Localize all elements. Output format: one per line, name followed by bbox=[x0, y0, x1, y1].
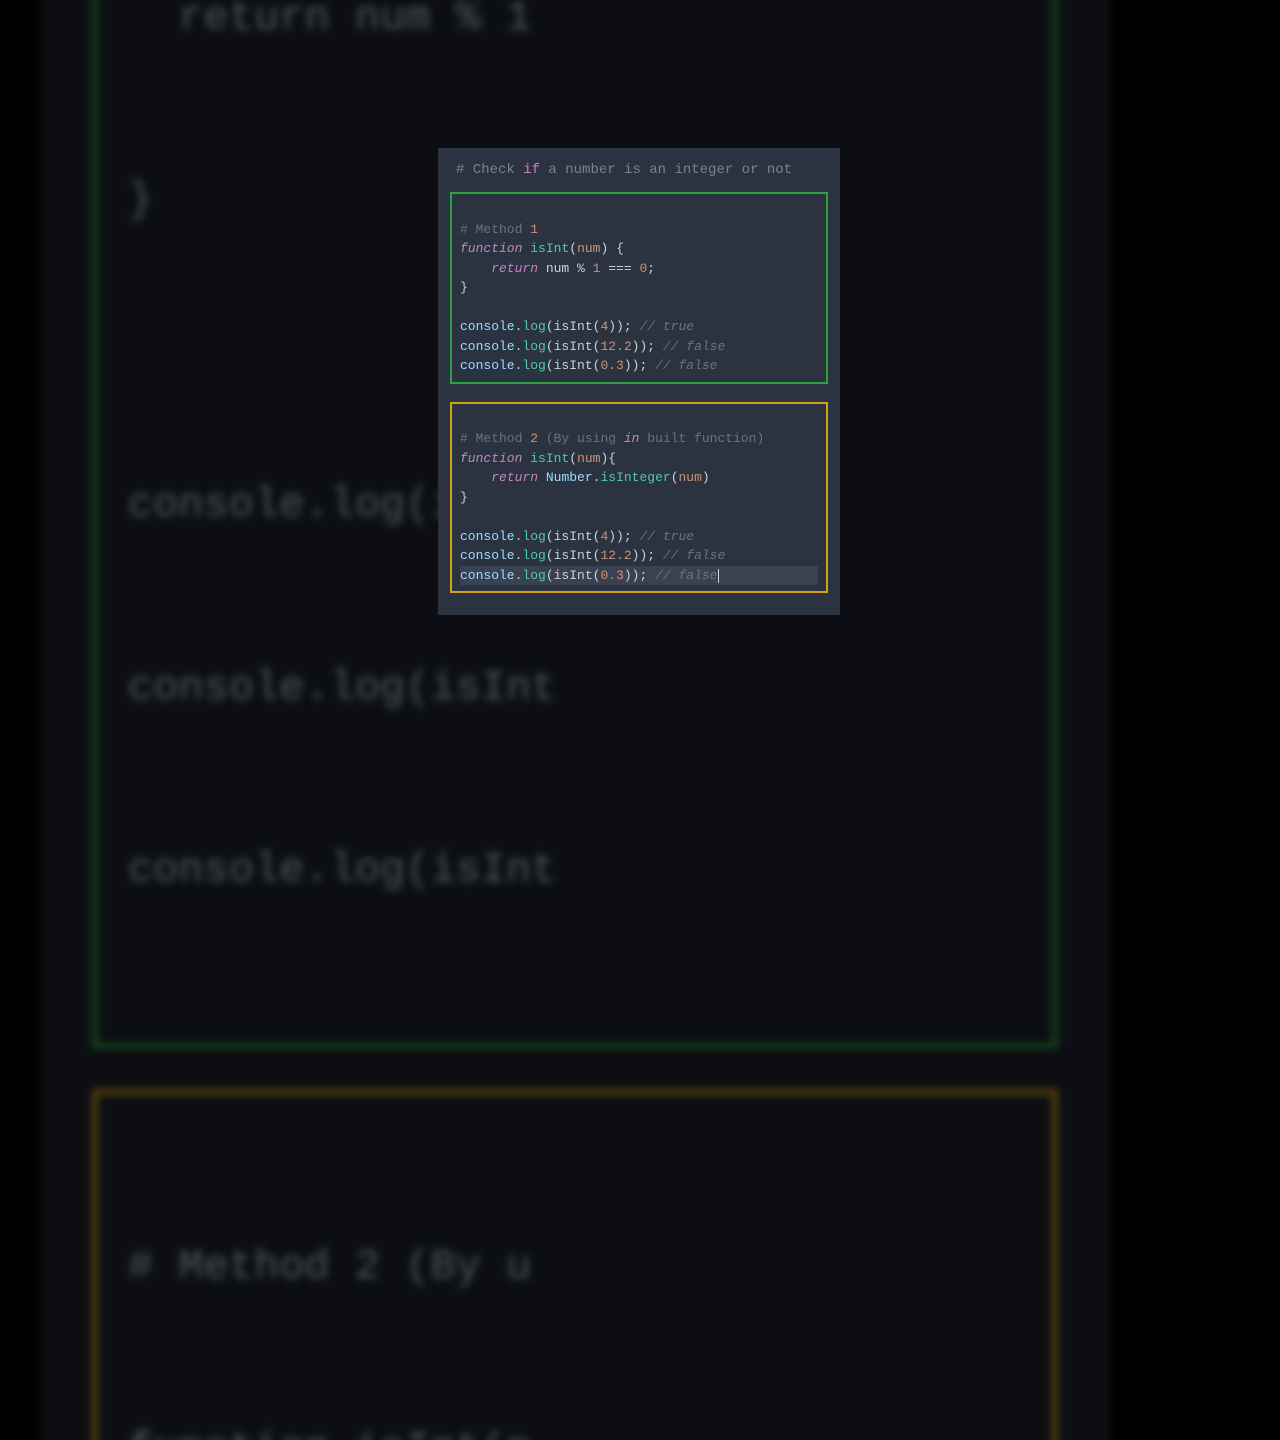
call-log: log bbox=[522, 529, 545, 544]
call-post: )); bbox=[608, 529, 639, 544]
m1-call-1: console.log(isInt(4)); // true bbox=[460, 319, 694, 334]
title-keyword: if bbox=[523, 162, 540, 178]
call-mid: (isInt( bbox=[546, 548, 601, 563]
m1-call-3: console.log(isInt(0.3)); // false bbox=[460, 358, 717, 373]
m1-fn-param: num bbox=[577, 241, 600, 256]
bg-line: function isInt(n bbox=[128, 1419, 1022, 1440]
m2-fn-brace: { bbox=[608, 451, 616, 466]
call-comment: // false bbox=[663, 548, 725, 563]
m2-header-prefix: # Method bbox=[460, 431, 530, 446]
call-post: )); bbox=[632, 548, 663, 563]
m2-header-suffix: (By using bbox=[538, 431, 624, 446]
call-post: )); bbox=[624, 568, 655, 583]
call-comment: // true bbox=[639, 319, 694, 334]
m1-ret-mid: === bbox=[600, 261, 639, 276]
m1-ret-kw: return bbox=[491, 261, 538, 276]
call-pre: console. bbox=[460, 548, 522, 563]
m2-call-2: console.log(isInt(12.2)); // false bbox=[460, 548, 725, 563]
m2-ret-meth: isInteger bbox=[600, 470, 670, 485]
call-post: )); bbox=[632, 339, 663, 354]
m1-fn-name: isInt bbox=[530, 241, 569, 256]
m2-close: } bbox=[460, 490, 468, 505]
text-cursor bbox=[718, 569, 719, 583]
call-post: )); bbox=[608, 319, 639, 334]
call-log: log bbox=[522, 358, 545, 373]
m2-call-3: console.log(isInt(0.3)); // false bbox=[460, 566, 818, 586]
m1-header: # Method 1 bbox=[460, 222, 538, 237]
call-arg: 0.3 bbox=[600, 568, 623, 583]
call-log: log bbox=[522, 568, 545, 583]
call-mid: (isInt( bbox=[546, 358, 601, 373]
call-pre: console. bbox=[460, 568, 522, 583]
m2-header-suffix2: built function) bbox=[639, 431, 764, 446]
code-card: # Check if a number is an integer or not… bbox=[438, 148, 840, 615]
m1-ret-expr: num % bbox=[538, 261, 593, 276]
m2-ret-kw: return bbox=[491, 470, 538, 485]
m1-close: } bbox=[460, 280, 468, 295]
call-mid: (isInt( bbox=[546, 339, 601, 354]
m2-header-num: 2 bbox=[530, 431, 538, 446]
bg-method2-box: # Method 2 (By u function isInt(n return… bbox=[92, 1089, 1058, 1440]
m1-fn-kw: function bbox=[460, 241, 522, 256]
bg-line: # Method 2 (By u bbox=[128, 1237, 1022, 1298]
title-prefix: # Check bbox=[456, 162, 523, 178]
call-pre: console. bbox=[460, 529, 522, 544]
m2-ret-open: ( bbox=[671, 470, 679, 485]
call-log: log bbox=[522, 339, 545, 354]
call-mid: (isInt( bbox=[546, 568, 601, 583]
call-comment: // false bbox=[655, 568, 717, 583]
m2-ret-obj: Number bbox=[546, 470, 593, 485]
call-arg: 0.3 bbox=[600, 358, 623, 373]
call-pre: console. bbox=[460, 339, 522, 354]
call-log: log bbox=[522, 319, 545, 334]
call-comment: // false bbox=[663, 339, 725, 354]
card-title: # Check if a number is an integer or not bbox=[438, 162, 840, 192]
call-post: )); bbox=[624, 358, 655, 373]
m2-header: # Method 2 (By using in built function) bbox=[460, 431, 764, 446]
m2-call-1: console.log(isInt(4)); // true bbox=[460, 529, 694, 544]
m2-fn-param: num bbox=[577, 451, 600, 466]
bg-line: console.log(isInt bbox=[128, 658, 1022, 719]
m2-fn-kw: function bbox=[460, 451, 522, 466]
method1-box: # Method 1 function isInt(num) { return … bbox=[450, 192, 828, 384]
m1-header-num: 1 bbox=[530, 222, 538, 237]
method2-box: # Method 2 (By using in built function) … bbox=[450, 402, 828, 594]
call-arg: 12.2 bbox=[600, 339, 631, 354]
call-comment: // true bbox=[639, 529, 694, 544]
bg-line: return num % 1 bbox=[128, 0, 1022, 49]
m2-ret-sp bbox=[538, 470, 546, 485]
m1-fn-brace: { bbox=[608, 241, 624, 256]
call-log: log bbox=[522, 548, 545, 563]
m1-call-2: console.log(isInt(12.2)); // false bbox=[460, 339, 725, 354]
title-suffix: a number is an integer or not bbox=[540, 162, 792, 178]
m2-ret-arg: num bbox=[679, 470, 702, 485]
call-comment: // false bbox=[655, 358, 717, 373]
call-pre: console. bbox=[460, 358, 522, 373]
call-mid: (isInt( bbox=[546, 319, 601, 334]
call-arg: 12.2 bbox=[600, 548, 631, 563]
m2-fn-name: isInt bbox=[530, 451, 569, 466]
call-mid: (isInt( bbox=[546, 529, 601, 544]
m1-ret-semi: ; bbox=[647, 261, 655, 276]
m2-header-kw: in bbox=[624, 431, 640, 446]
bg-line: console.log(isInt bbox=[128, 840, 1022, 901]
m1-header-prefix: # Method bbox=[460, 222, 530, 237]
m2-ret-close: ) bbox=[702, 470, 710, 485]
call-pre: console. bbox=[460, 319, 522, 334]
